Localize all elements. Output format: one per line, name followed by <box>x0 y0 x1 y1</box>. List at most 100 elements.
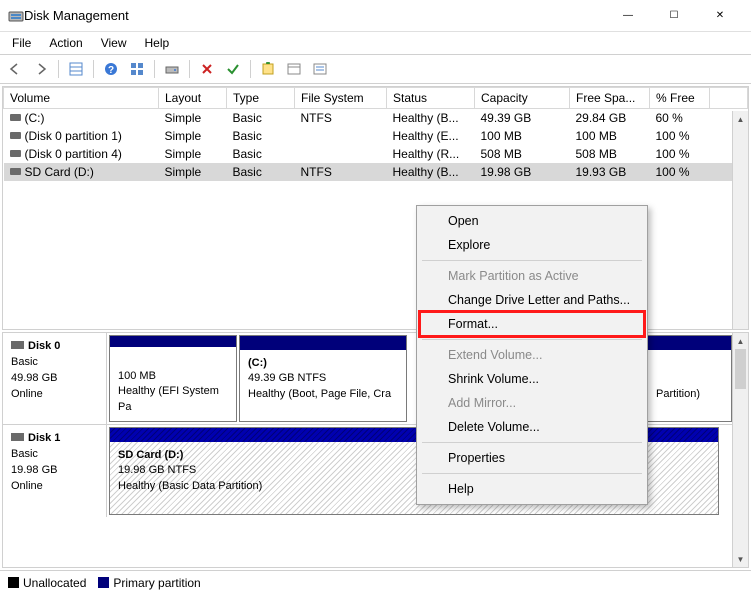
col-type[interactable]: Type <box>227 88 295 109</box>
scrollbar-thumb[interactable] <box>735 349 746 389</box>
menu-item-shrink-volume[interactable]: Shrink Volume... <box>420 367 644 391</box>
menu-item-properties[interactable]: Properties <box>420 446 644 470</box>
menu-item-extend-volume: Extend Volume... <box>420 343 644 367</box>
menu-file[interactable]: File <box>4 34 39 52</box>
cell-layout: Simple <box>159 109 227 128</box>
cell-fs: NTFS <box>295 109 387 128</box>
cell-pct: 100 % <box>650 163 710 181</box>
drive-icon <box>10 168 21 175</box>
vertical-scrollbar[interactable]: ▲ <box>732 111 748 329</box>
maximize-button[interactable]: ☐ <box>651 0 697 32</box>
cell-free: 19.93 GB <box>570 163 650 181</box>
menu-item-format[interactable]: Format... <box>420 312 644 336</box>
window-controls: — ☐ ✕ <box>605 0 743 32</box>
cell-pct: 100 % <box>650 145 710 163</box>
cell-volume: SD Card (D:) <box>4 163 159 181</box>
cell-layout: Simple <box>159 127 227 145</box>
disk-icon <box>11 341 24 349</box>
forward-button[interactable] <box>30 58 52 80</box>
toolbar-drive-icon[interactable] <box>161 58 183 80</box>
cell-capacity: 49.39 GB <box>475 109 570 128</box>
partition-header-bar <box>110 336 236 347</box>
legend-primary-label: Primary partition <box>113 576 200 590</box>
cell-fs <box>295 145 387 163</box>
check-icon[interactable] <box>222 58 244 80</box>
cell-capacity: 100 MB <box>475 127 570 145</box>
cell-capacity: 508 MB <box>475 145 570 163</box>
menu-item-change-drive-letter-and-paths[interactable]: Change Drive Letter and Paths... <box>420 288 644 312</box>
cell-layout: Simple <box>159 163 227 181</box>
col-spacer <box>710 88 748 109</box>
context-menu: OpenExplore Mark Partition as ActiveChang… <box>416 205 648 505</box>
menu-separator <box>422 473 642 474</box>
toolbar-separator <box>93 60 94 78</box>
col-pctfree[interactable]: % Free <box>650 88 710 109</box>
menu-view[interactable]: View <box>93 34 135 52</box>
menu-bar: File Action View Help <box>0 32 751 54</box>
cell-type: Basic <box>227 163 295 181</box>
volume-table: Volume Layout Type File System Status Ca… <box>3 87 748 181</box>
toolbar-view-icon[interactable] <box>65 58 87 80</box>
menu-action[interactable]: Action <box>41 34 90 52</box>
col-layout[interactable]: Layout <box>159 88 227 109</box>
cell-pct: 100 % <box>650 127 710 145</box>
cell-volume: (C:) <box>4 109 159 128</box>
toolbar-props-icon[interactable] <box>283 58 305 80</box>
cell-volume: (Disk 0 partition 4) <box>4 145 159 163</box>
table-row[interactable]: SD Card (D:)SimpleBasicNTFSHealthy (B...… <box>4 163 748 181</box>
col-capacity[interactable]: Capacity <box>475 88 570 109</box>
toolbar-add-icon[interactable] <box>257 58 279 80</box>
cell-status: Healthy (R... <box>387 145 475 163</box>
menu-item-explore[interactable]: Explore <box>420 233 644 257</box>
delete-icon[interactable] <box>196 58 218 80</box>
col-volume[interactable]: Volume <box>4 88 159 109</box>
cell-free: 508 MB <box>570 145 650 163</box>
scroll-up-icon[interactable]: ▲ <box>733 333 748 349</box>
minimize-button[interactable]: — <box>605 0 651 32</box>
toolbar-separator <box>154 60 155 78</box>
cell-volume: (Disk 0 partition 1) <box>4 127 159 145</box>
cell-status: Healthy (B... <box>387 163 475 181</box>
vertical-scrollbar[interactable]: ▲ ▼ <box>732 333 748 567</box>
menu-item-open[interactable]: Open <box>420 209 644 233</box>
close-button[interactable]: ✕ <box>697 0 743 32</box>
partition[interactable]: (C:)49.39 GB NTFSHealthy (Boot, Page Fil… <box>239 335 407 422</box>
menu-help[interactable]: Help <box>137 34 178 52</box>
menu-item-delete-volume[interactable]: Delete Volume... <box>420 415 644 439</box>
help-icon[interactable]: ? <box>100 58 122 80</box>
col-filesystem[interactable]: File System <box>295 88 387 109</box>
back-button[interactable] <box>4 58 26 80</box>
menu-separator <box>422 442 642 443</box>
legend-unallocated-label: Unallocated <box>23 576 86 590</box>
app-icon <box>8 8 24 24</box>
drive-icon <box>10 150 21 157</box>
col-status[interactable]: Status <box>387 88 475 109</box>
drive-icon <box>10 114 21 121</box>
scroll-up-icon[interactable]: ▲ <box>733 111 748 127</box>
partition-header-bar <box>240 336 406 350</box>
table-row[interactable]: (C:)SimpleBasicNTFSHealthy (B...49.39 GB… <box>4 109 748 128</box>
scroll-down-icon[interactable]: ▼ <box>733 551 748 567</box>
partition-info: (C:)49.39 GB NTFSHealthy (Boot, Page Fil… <box>240 350 406 421</box>
partition[interactable]: 100 MBHealthy (EFI System Pa <box>109 335 237 422</box>
table-header-row: Volume Layout Type File System Status Ca… <box>4 88 748 109</box>
menu-separator <box>422 260 642 261</box>
legend-unallocated: Unallocated <box>8 576 86 590</box>
table-row[interactable]: (Disk 0 partition 1)SimpleBasicHealthy (… <box>4 127 748 145</box>
partition[interactable]: Partition) <box>647 335 732 422</box>
toolbar-separator <box>189 60 190 78</box>
table-row[interactable]: (Disk 0 partition 4)SimpleBasicHealthy (… <box>4 145 748 163</box>
toolbar-list-icon[interactable] <box>309 58 331 80</box>
drive-icon <box>10 132 21 139</box>
menu-item-help[interactable]: Help <box>420 477 644 501</box>
col-freespace[interactable]: Free Spa... <box>570 88 650 109</box>
toolbar-separator <box>58 60 59 78</box>
cell-fs <box>295 127 387 145</box>
legend-primary: Primary partition <box>98 576 200 590</box>
partition-info: 100 MBHealthy (EFI System Pa <box>110 347 236 421</box>
menu-item-mark-partition-as-active: Mark Partition as Active <box>420 264 644 288</box>
cell-status: Healthy (B... <box>387 109 475 128</box>
menu-separator <box>422 339 642 340</box>
cell-capacity: 19.98 GB <box>475 163 570 181</box>
toolbar-grid-icon[interactable] <box>126 58 148 80</box>
